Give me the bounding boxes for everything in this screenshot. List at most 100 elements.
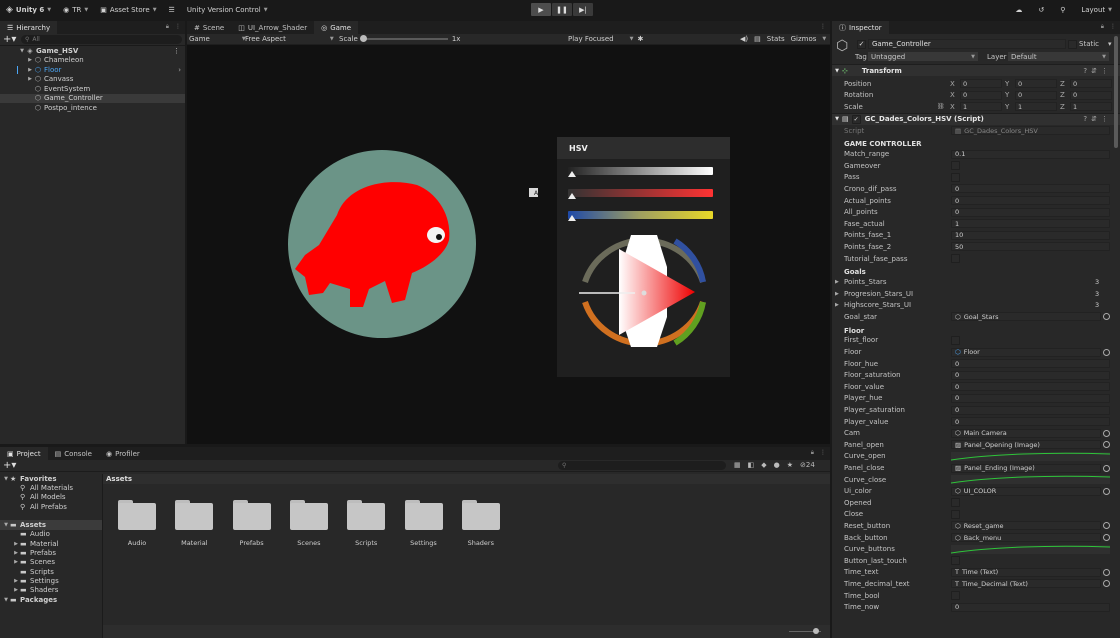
project-tree-item[interactable]: ⚲ All Prefabs bbox=[0, 502, 102, 511]
value-slider-handle[interactable] bbox=[568, 171, 576, 177]
version-control-button[interactable]: Unity Version Control ▼ bbox=[181, 0, 274, 19]
tab-ui-arrow-shader[interactable]: ◫ UI_Arrow_Shader bbox=[231, 21, 314, 34]
tab-console[interactable]: ▤ Console bbox=[48, 447, 99, 460]
kebab-menu-icon[interactable]: ⋮ bbox=[175, 23, 181, 31]
tab-hierarchy[interactable]: ☰ Hierarchy bbox=[0, 21, 58, 34]
transform-header[interactable]: ▼ ⊹ Transform ?⇵⋮ bbox=[832, 64, 1120, 76]
scale-slider[interactable] bbox=[359, 35, 448, 42]
project-tree-item[interactable]: ▬ Scripts bbox=[0, 567, 102, 576]
expand-arrow-icon[interactable]: ▼ bbox=[832, 116, 842, 122]
object-picker-icon[interactable] bbox=[1103, 534, 1110, 542]
value-field[interactable]: 0 bbox=[951, 359, 1110, 369]
asset-folder[interactable]: Material bbox=[169, 498, 219, 547]
value-field[interactable]: 0 bbox=[951, 184, 1110, 194]
pause-button[interactable]: ❚❚ bbox=[552, 3, 572, 16]
hierarchy-item[interactable]: ▶ ⬡ Chameleon bbox=[0, 56, 185, 66]
value-field[interactable]: 0 bbox=[951, 382, 1110, 392]
expand-arrow-icon[interactable]: ▶ bbox=[26, 57, 34, 63]
hierarchy-item[interactable]: ⬡ Postpo_intence bbox=[0, 103, 185, 113]
toggle-checkbox[interactable] bbox=[951, 254, 960, 264]
expand-arrow-icon[interactable]: ▼ bbox=[2, 597, 10, 603]
asset-folder[interactable]: Settings bbox=[399, 498, 449, 547]
hue-slider[interactable] bbox=[568, 211, 713, 219]
object-reference-field[interactable]: ⬡ Reset_game bbox=[951, 521, 1101, 531]
expand-arrow-icon[interactable]: ▶ bbox=[835, 279, 839, 285]
value-slider[interactable] bbox=[568, 167, 713, 175]
hierarchy-item[interactable]: ⬡ Game_Controller bbox=[0, 93, 185, 103]
object-reference-field[interactable]: ⬡ UI_COLOR bbox=[951, 486, 1101, 496]
component-menu-icons[interactable]: ?⇵⋮ bbox=[1083, 115, 1112, 123]
link-icon[interactable]: ⛓ bbox=[937, 103, 945, 110]
tab-scene[interactable]: # Scene bbox=[187, 21, 231, 34]
asset-folder[interactable]: Prefabs bbox=[227, 498, 277, 547]
tag-dropdown[interactable]: Untagged ▼ bbox=[868, 52, 978, 61]
array-size-field[interactable]: 3 bbox=[1092, 289, 1110, 298]
assets-breadcrumb[interactable]: Assets bbox=[103, 474, 830, 484]
object-reference-field[interactable]: T Time (Text) bbox=[951, 567, 1101, 577]
project-tree-item[interactable]: ▶ ▬ Settings bbox=[0, 576, 102, 585]
expand-arrow-icon[interactable]: ▼ bbox=[2, 522, 10, 528]
toggle-checkbox[interactable] bbox=[951, 498, 960, 508]
expand-arrow-icon[interactable]: ▼ bbox=[832, 68, 842, 74]
expand-arrow-icon[interactable]: ▶ bbox=[26, 76, 34, 82]
display-dropdown[interactable]: Game ▼ bbox=[189, 34, 246, 44]
project-tree-item[interactable]: ▼ ▬ Packages bbox=[0, 595, 102, 604]
animation-curve-field[interactable] bbox=[951, 451, 1110, 461]
project-tree-item[interactable]: ⚲ All Materials bbox=[0, 483, 102, 492]
object-reference-field[interactable]: ⬡ Back_menu bbox=[951, 533, 1101, 543]
static-checkbox[interactable] bbox=[1068, 40, 1077, 49]
scene-row[interactable]: ▼ ◈ Game_HSV ⋮ bbox=[0, 46, 185, 56]
transform-z-field[interactable]: Z0 bbox=[1060, 79, 1112, 89]
value-field[interactable]: 0 bbox=[951, 207, 1110, 217]
gizmos-button[interactable]: Gizmos bbox=[791, 35, 817, 43]
menu-icon-button[interactable]: ☰ bbox=[163, 0, 181, 19]
info-icon[interactable]: ● bbox=[774, 461, 780, 469]
project-search-input[interactable]: ⚲ bbox=[558, 461, 726, 470]
saturation-slider-handle[interactable] bbox=[568, 193, 576, 199]
expand-arrow-icon[interactable]: ▶ bbox=[12, 541, 20, 547]
component-menu-icons[interactable]: ?⇵⋮ bbox=[1083, 67, 1112, 75]
tab-project[interactable]: ▣ Project bbox=[0, 447, 48, 460]
object-picker-icon[interactable] bbox=[1103, 487, 1110, 495]
transform-y-field[interactable]: Y1 bbox=[1005, 102, 1057, 112]
object-picker-icon[interactable] bbox=[1103, 568, 1110, 576]
toggle-checkbox[interactable] bbox=[951, 335, 960, 345]
bug-icon[interactable]: ✱ bbox=[637, 35, 643, 43]
asset-folder[interactable]: Audio bbox=[112, 498, 162, 547]
sv-cursor[interactable] bbox=[641, 290, 647, 296]
search-button[interactable]: ⚲ bbox=[1052, 0, 1073, 19]
aspect-dropdown[interactable]: Free Aspect ▼ bbox=[245, 34, 334, 44]
script-header[interactable]: ▼ ▤ ✓ GC_Dades_Colors_HSV (Script) ?⇵⋮ bbox=[832, 112, 1120, 125]
toggle-checkbox[interactable] bbox=[951, 161, 960, 171]
hierarchy-item[interactable]: ▶ ⬡ Floor › bbox=[0, 65, 185, 75]
value-field[interactable]: 0 bbox=[951, 405, 1110, 415]
stats-button[interactable]: Stats bbox=[767, 35, 785, 43]
expand-arrow-icon[interactable]: ▼ bbox=[18, 48, 26, 54]
hierarchy-item[interactable]: ⬡ EventSystem bbox=[0, 84, 185, 94]
transform-y-field[interactable]: Y0 bbox=[1005, 90, 1057, 100]
value-field[interactable]: 0 bbox=[951, 370, 1110, 380]
toggle-checkbox[interactable] bbox=[951, 172, 960, 182]
expand-arrow-icon[interactable]: ▶ bbox=[12, 578, 20, 584]
transform-z-field[interactable]: Z1 bbox=[1060, 102, 1112, 112]
saturation-slider[interactable] bbox=[568, 189, 713, 197]
kebab-menu-icon[interactable]: ⋮ bbox=[1110, 23, 1116, 31]
object-name-field[interactable]: Game_Controller bbox=[868, 39, 1066, 49]
object-reference-field[interactable]: ⬡ Floor bbox=[951, 347, 1101, 357]
object-picker-icon[interactable] bbox=[1103, 348, 1110, 356]
lock-icon[interactable]: 🔒︎ bbox=[1101, 23, 1104, 31]
chevron-down-icon[interactable]: ▾ bbox=[1108, 40, 1112, 48]
transform-y-field[interactable]: Y0 bbox=[1005, 79, 1057, 89]
value-field[interactable]: 50 bbox=[951, 242, 1110, 252]
history-button[interactable]: ↺ bbox=[1030, 0, 1052, 19]
zoom-slider-handle[interactable] bbox=[813, 628, 819, 634]
game-viewport[interactable]: A bbox=[187, 45, 830, 444]
value-field[interactable]: 0 bbox=[951, 196, 1110, 206]
stats-icon[interactable]: ▤ bbox=[754, 35, 761, 43]
label-icon[interactable]: ◆ bbox=[761, 461, 766, 469]
asset-folder[interactable]: Scripts bbox=[341, 498, 391, 547]
expand-arrow-icon[interactable]: ▼ bbox=[2, 476, 10, 482]
expand-arrow-icon[interactable]: ▶ bbox=[12, 587, 20, 593]
tab-profiler[interactable]: ◉ Profiler bbox=[99, 447, 147, 460]
project-tree-item[interactable]: ▬ Audio bbox=[0, 530, 102, 539]
